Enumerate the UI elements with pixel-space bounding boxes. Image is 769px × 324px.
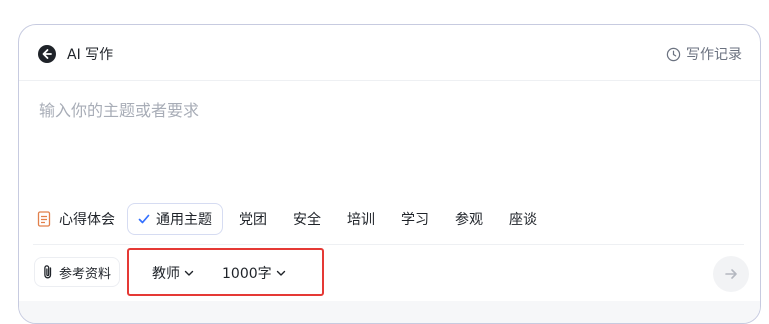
theme-chip-general[interactable]: 通用主题 [127, 203, 223, 235]
check-icon [138, 214, 150, 224]
clock-icon [666, 47, 681, 61]
toolbar-divider [33, 244, 744, 245]
theme-chip-study[interactable]: 学习 [393, 203, 437, 235]
footer-strip [19, 301, 760, 323]
history-button[interactable]: 写作记录 [666, 44, 742, 64]
document-icon [37, 211, 51, 227]
ai-writing-panel: AI 写作 写作记录 心得体会 [18, 24, 761, 324]
theme-chip-training[interactable]: 培训 [339, 203, 383, 235]
arrow-left-circle-icon [42, 49, 52, 59]
back-button[interactable] [38, 45, 56, 63]
page-background: AI 写作 写作记录 心得体会 [0, 0, 769, 324]
arrow-right-icon [725, 269, 737, 279]
theme-chip-label: 通用主题 [156, 212, 212, 228]
reference-button[interactable]: 参考资料 [34, 257, 121, 287]
length-select[interactable]: 1000字 [222, 263, 286, 283]
theme-category-label: 心得体会 [59, 212, 115, 228]
theme-chip-safety[interactable]: 安全 [285, 203, 329, 235]
page-title: AI 写作 [67, 47, 114, 63]
chevron-down-icon [276, 270, 285, 276]
role-select-value: 教师 [152, 266, 180, 282]
paperclip-icon [44, 265, 52, 279]
prompt-input[interactable] [39, 97, 739, 197]
panel-header: AI 写作 写作记录 [19, 25, 760, 81]
theme-chip-visit[interactable]: 参观 [447, 203, 491, 235]
role-select[interactable]: 教师 [152, 263, 194, 283]
history-label: 写作记录 [686, 47, 742, 63]
chevron-down-icon [184, 270, 194, 276]
length-select-value: 1000字 [222, 266, 272, 282]
theme-chip-symposium[interactable]: 座谈 [501, 203, 545, 235]
theme-category: 心得体会 [37, 209, 115, 229]
theme-chip-party[interactable]: 党团 [231, 203, 275, 235]
send-button[interactable] [713, 256, 749, 292]
reference-label: 参考资料 [59, 266, 112, 282]
theme-bar: 心得体会 通用主题 党团 安全 培训 学习 参观 座谈 [37, 203, 555, 235]
